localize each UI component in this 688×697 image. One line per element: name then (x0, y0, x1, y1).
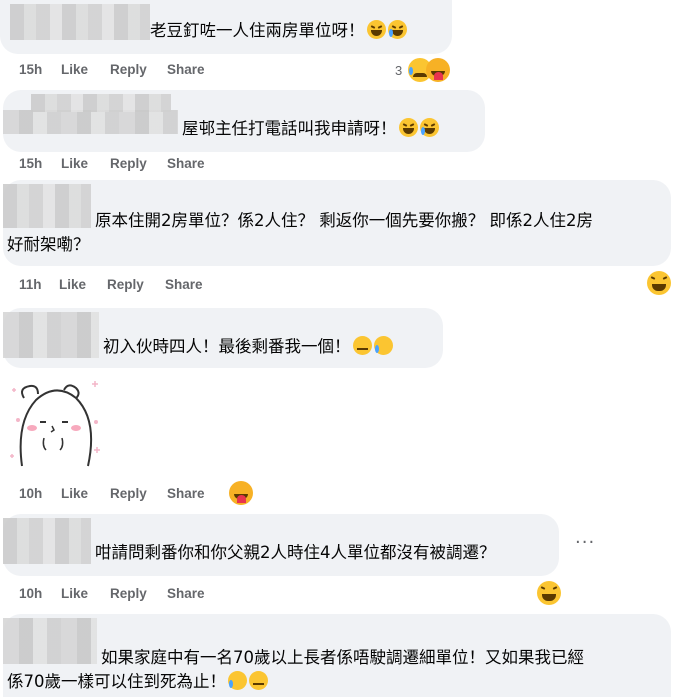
blurred-author-name (31, 94, 171, 112)
blurred-author-name (3, 110, 178, 134)
comment-text-line-1: 原本住開2房單位？係2人住？ 剩返你一個先要你搬？ 即係2人住2房 (95, 211, 593, 230)
comment-text: 初入伙時四人！最後剩番我一個！ (103, 336, 393, 358)
reply-button[interactable]: Reply (110, 586, 147, 601)
comment-text: 咁請問剩番你和你父親2人時住4人單位都沒有被調遷？ (95, 543, 496, 562)
reply-button[interactable]: Reply (110, 62, 147, 77)
comment-actions: 11h Like Reply Share (19, 277, 319, 295)
timestamp[interactable]: 15h (19, 62, 42, 77)
comment-bubble: 老豆釘咗一人住兩房單位呀！ (0, 0, 452, 54)
comment-bubble: 屋邨主任打電話叫我申請呀！ (3, 90, 485, 152)
blurred-author-name (10, 4, 150, 40)
share-button[interactable]: Share (167, 486, 205, 501)
comment-text-line-1: 如果家庭中有一名70歲以上長者係唔駛調遷細單位！又如果我已經 (101, 648, 584, 667)
reply-button[interactable]: Reply (110, 156, 147, 171)
comment-text: 老豆釘咗一人住兩房單位呀！ (150, 20, 407, 42)
like-button[interactable]: Like (59, 277, 86, 292)
share-button[interactable]: Share (167, 586, 205, 601)
sad-emoji-icon (373, 336, 393, 355)
share-button[interactable]: Share (167, 156, 205, 171)
more-options-icon[interactable]: ··· (575, 532, 595, 553)
share-button[interactable]: Share (165, 277, 203, 292)
comment-bubble: 如果家庭中有一名70歲以上長者係唔駛調遷細單位！又如果我已經 係70歲一樣可以住… (3, 614, 671, 697)
comment-text-line-2: 係70歲一樣可以住到死為止！ (7, 671, 268, 693)
timestamp[interactable]: 15h (19, 156, 42, 171)
laughing-emoji-icon (366, 20, 386, 39)
reply-button[interactable]: Reply (110, 486, 147, 501)
blurred-author-name (3, 312, 99, 358)
comment-bubble: 原本住開2房單位？係2人住？ 剩返你一個先要你搬？ 即係2人住2房 好耐架嘞？ (3, 180, 671, 266)
comment-bubble: 咁請問剩番你和你父親2人時住4人單位都沒有被調遷？ (3, 514, 559, 576)
timestamp[interactable]: 11h (19, 277, 42, 292)
comment-text: 屋邨主任打電話叫我申請呀！ (182, 118, 439, 140)
timestamp[interactable]: 10h (19, 586, 42, 601)
timestamp[interactable]: 10h (19, 486, 42, 501)
smirk-emoji-icon (352, 336, 372, 355)
blurred-author-name (3, 184, 91, 228)
care-reaction-icon[interactable] (229, 481, 253, 505)
laughing-reaction-icon[interactable] (647, 271, 671, 295)
comment-bubble: 初入伙時四人！最後剩番我一個！ (3, 308, 443, 368)
comment-actions: 15h Like Reply Share (19, 62, 319, 80)
bear-sticker (4, 378, 104, 468)
reactions[interactable]: 3 (395, 57, 455, 83)
like-button[interactable]: Like (61, 62, 88, 77)
comment-actions: 15h Like Reply Share (19, 156, 319, 174)
laughing-emoji-icon (398, 118, 418, 137)
like-button[interactable]: Like (61, 156, 88, 171)
laughing-reaction-icon[interactable] (537, 581, 561, 605)
like-button[interactable]: Like (61, 586, 88, 601)
sad-emoji-icon (228, 671, 247, 690)
reply-button[interactable]: Reply (107, 277, 144, 292)
comment-text-line-2: 好耐架嘞？ (7, 235, 90, 254)
like-button[interactable]: Like (61, 486, 88, 501)
smirk-emoji-icon (249, 671, 268, 690)
comment-actions: 10h Like Reply Share (19, 486, 319, 504)
care-reaction-icon (426, 58, 450, 82)
comment-actions: 10h Like Reply Share (19, 586, 319, 604)
tears-of-joy-emoji-icon (419, 118, 439, 137)
share-button[interactable]: Share (167, 62, 205, 77)
tears-of-joy-emoji-icon (387, 20, 407, 39)
blurred-author-name (3, 618, 97, 664)
blurred-author-name (3, 518, 91, 564)
reaction-count: 3 (395, 63, 403, 78)
